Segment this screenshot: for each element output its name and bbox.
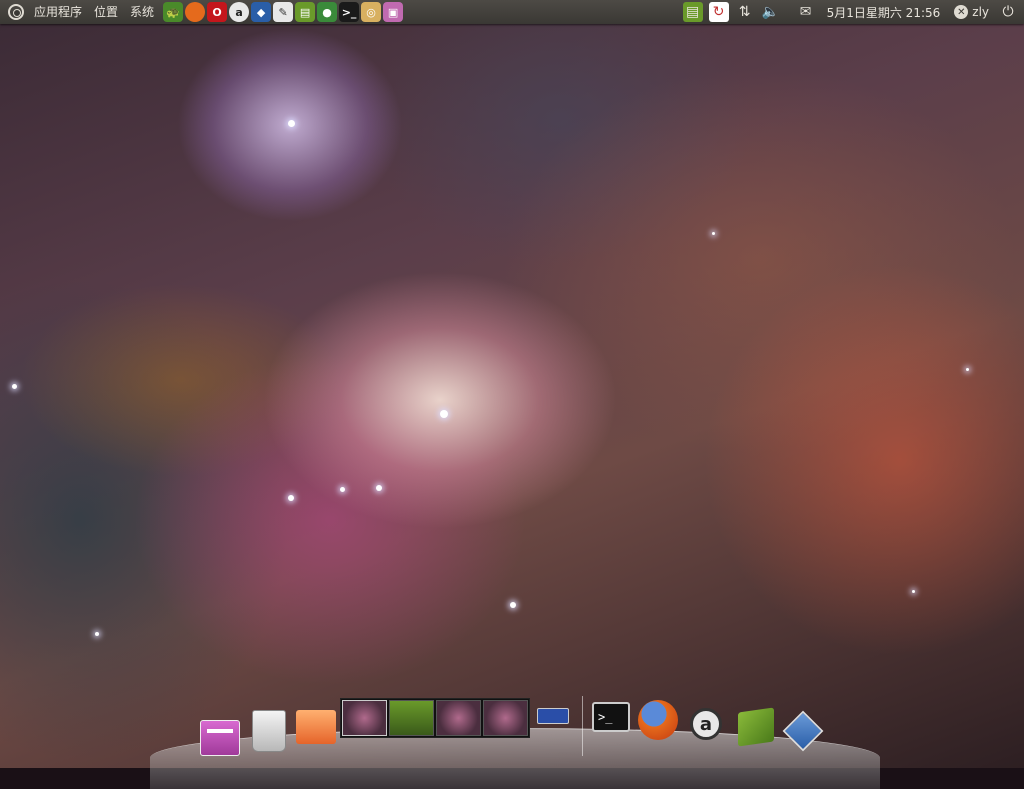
text-editor-icon[interactable]: ✎ — [273, 2, 294, 22]
file-manager-icon[interactable] — [200, 720, 240, 756]
terminal-icon[interactable]: >_ — [339, 2, 360, 22]
menu-places[interactable]: 位置 — [88, 0, 124, 24]
network-manager-icon[interactable] — [536, 704, 570, 728]
desktop-wallpaper — [0, 0, 1024, 768]
books-tray-icon[interactable]: ▤ — [682, 2, 703, 22]
books-icon[interactable]: ▤ — [295, 2, 316, 22]
clock[interactable]: 5月1日星期六 21:56 — [819, 4, 949, 21]
star — [510, 602, 516, 608]
star — [966, 368, 969, 371]
star — [712, 232, 715, 235]
star — [12, 384, 17, 389]
trash-icon[interactable] — [252, 710, 286, 752]
home-folder-icon[interactable] — [296, 710, 336, 744]
tortoise-icon[interactable]: 🐢 — [163, 2, 184, 22]
books-dock-icon[interactable] — [738, 707, 774, 747]
star — [95, 632, 99, 636]
user-status-icon: ✕ — [954, 5, 969, 19]
virtualbox-icon[interactable]: ◆ — [251, 2, 272, 22]
star — [288, 120, 295, 127]
terminal-dock-icon[interactable]: >_ — [592, 702, 630, 732]
top-panel: 应用程序 位置 系统 🐢 Oa ◆ ✎ ▤ ● >_ ◎ ▣ ▤ ↻ ⇅ 🔈 ✉ 5月1日星期六… — [0, 0, 1024, 24]
star — [912, 590, 915, 593]
panel-left: 应用程序 位置 系统 🐢 Oa ◆ ✎ ▤ ● >_ ◎ ▣ — [0, 0, 404, 24]
star — [340, 487, 345, 492]
star — [376, 485, 382, 491]
opera-icon[interactable]: O — [207, 2, 228, 22]
panel-launchers: 🐢 Oa ◆ ✎ ▤ ● >_ ◎ ▣ — [162, 2, 404, 22]
chrome-icon[interactable]: ● — [317, 2, 338, 22]
user-menu[interactable]: ✕ zly — [948, 5, 995, 19]
network-icon[interactable]: ⇅ — [735, 2, 755, 22]
menu-applications[interactable]: 应用程序 — [28, 0, 88, 24]
mail-icon[interactable]: ✉ — [796, 2, 816, 22]
power-icon[interactable]: ⏻ — [998, 2, 1018, 22]
ubuntu-logo-icon[interactable] — [8, 4, 24, 20]
star — [440, 410, 448, 418]
menu-system[interactable]: 系统 — [124, 0, 160, 24]
star — [288, 495, 294, 501]
amazon-icon[interactable]: a — [229, 2, 250, 22]
amazon-dock-icon[interactable]: a — [690, 708, 722, 740]
firefox-dock-icon[interactable] — [638, 700, 678, 740]
disc-burner-icon[interactable]: ◎ — [361, 2, 382, 22]
user-name: zly — [972, 5, 989, 19]
screenshot-icon[interactable]: ▣ — [383, 2, 404, 22]
panel-right: ▤ ↻ ⇅ 🔈 ✉ 5月1日星期六 21:56 ✕ zly ⏻ — [680, 0, 1024, 24]
network-manager-box — [537, 708, 569, 724]
file-manager-bar — [207, 729, 233, 733]
firefox-icon[interactable] — [185, 2, 206, 22]
sync-tray-icon[interactable]: ↻ — [708, 2, 729, 22]
volume-icon[interactable]: 🔈 — [761, 2, 781, 22]
